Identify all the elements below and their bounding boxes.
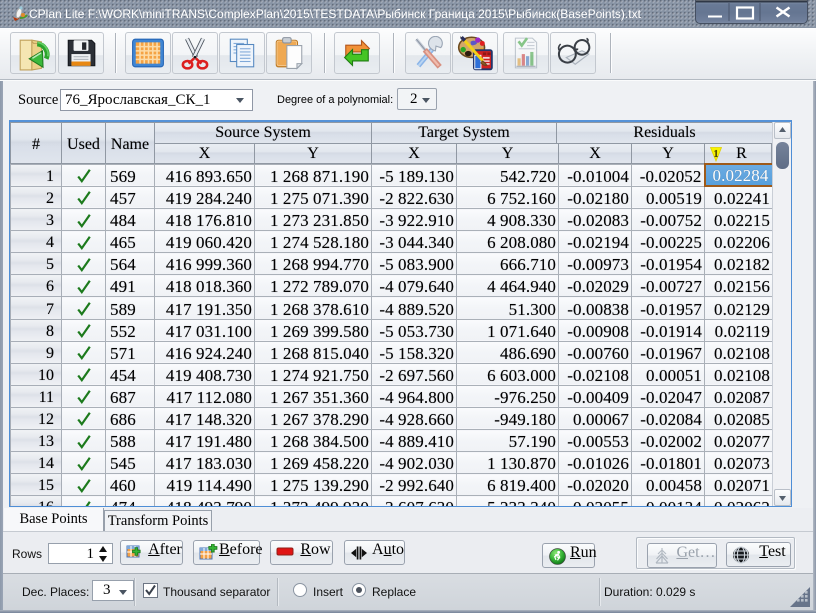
svg-text:1: 1: [714, 149, 719, 160]
